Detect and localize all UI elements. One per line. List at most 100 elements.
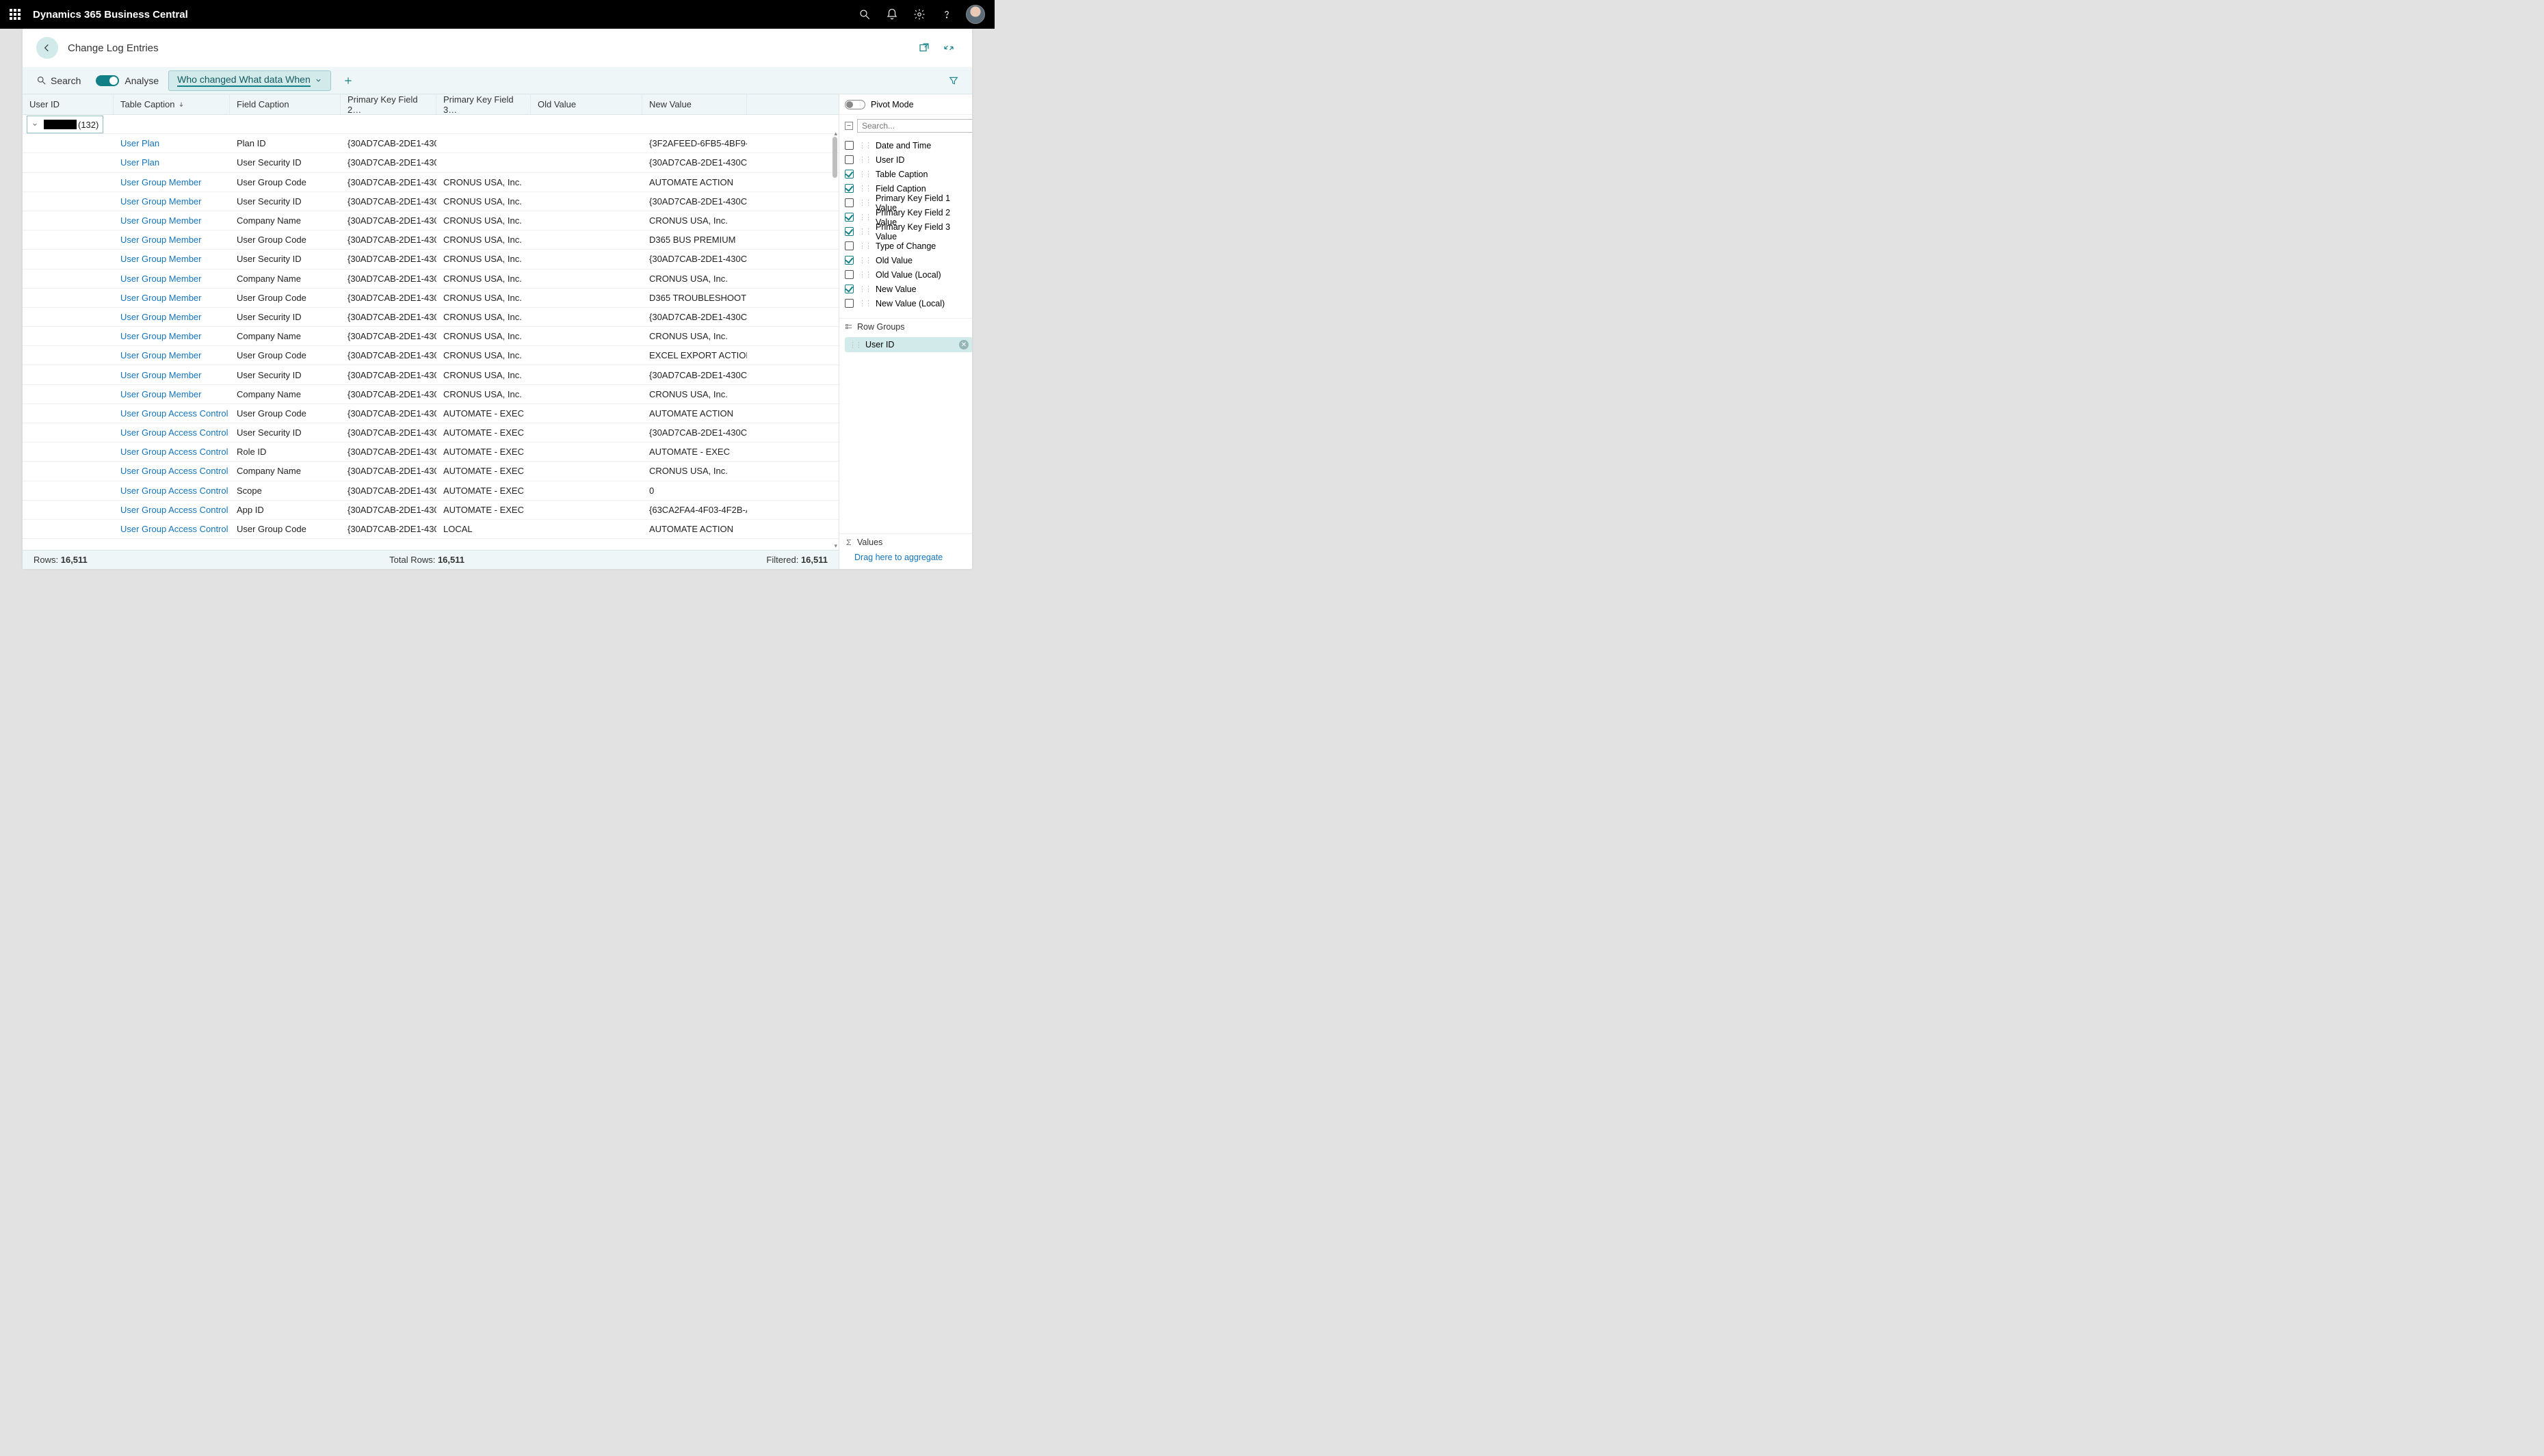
analysis-tab-active[interactable]: Who changed What data When	[168, 70, 331, 91]
filter-icon[interactable]	[943, 70, 964, 91]
table-caption-link[interactable]: User Group Access Control	[120, 408, 228, 419]
checkbox[interactable]	[845, 155, 854, 164]
table-caption-link[interactable]: User Group Member	[120, 350, 201, 360]
scroll-down-icon[interactable]: ▾	[834, 542, 837, 550]
global-search-icon[interactable]	[851, 0, 878, 29]
column-toggle-item[interactable]: ⋮⋮User ID	[839, 153, 972, 167]
column-toggle-item[interactable]: ⋮⋮Old Value (Local)	[839, 267, 972, 282]
table-caption-link[interactable]: User Group Member	[120, 235, 201, 245]
column-toggle-item[interactable]: ⋮⋮Table Caption	[839, 167, 972, 181]
group-row[interactable]: (132)	[23, 115, 839, 134]
column-toggle-item[interactable]: ⋮⋮Date and Time	[839, 138, 972, 153]
table-row[interactable]: User Group Access ControlApp ID{30AD7CAB…	[23, 501, 839, 520]
table-caption-link[interactable]: User Group Access Control	[120, 427, 228, 438]
checkbox[interactable]	[845, 198, 854, 207]
table-caption-link[interactable]: User Group Member	[120, 215, 201, 226]
table-caption-link[interactable]: User Group Member	[120, 254, 201, 264]
table-row[interactable]: User PlanPlan ID{30AD7CAB-2DE1-430…{3F2A…	[23, 134, 839, 153]
table-row[interactable]: User Group Access ControlRole ID{30AD7CA…	[23, 442, 839, 462]
column-toggle-item[interactable]: ⋮⋮New Value	[839, 282, 972, 296]
table-caption-link[interactable]: User Group Access Control	[120, 505, 228, 515]
table-row[interactable]: User Group Access ControlScope{30AD7CAB-…	[23, 481, 839, 501]
values-header: Values	[839, 533, 972, 550]
collapse-icon[interactable]	[939, 38, 958, 57]
col-old-value[interactable]: Old Value	[531, 94, 642, 114]
table-row[interactable]: User Group MemberUser Group Code{30AD7CA…	[23, 230, 839, 250]
col-user-id[interactable]: User ID	[23, 94, 114, 114]
drag-grip-icon: ⋮⋮	[858, 299, 871, 308]
table-row[interactable]: User Group MemberCompany Name{30AD7CAB-2…	[23, 269, 839, 289]
checkbox[interactable]	[845, 227, 854, 236]
table-caption-link[interactable]: User Group Member	[120, 331, 201, 341]
checkbox[interactable]	[845, 256, 854, 265]
table-row[interactable]: User Group MemberCompany Name{30AD7CAB-2…	[23, 211, 839, 230]
rowgroup-chip[interactable]: ⋮⋮ User ID ✕	[845, 337, 972, 352]
table-caption-link[interactable]: User Group Access Control	[120, 524, 228, 534]
columns-panel: Pivot Mode − ⋮⋮Date and Time⋮⋮User ID⋮⋮T…	[839, 94, 972, 569]
chevron-down-icon[interactable]	[31, 121, 38, 128]
table-caption-link[interactable]: User Group Member	[120, 274, 201, 284]
add-tab-button[interactable]	[338, 70, 358, 91]
table-caption-link[interactable]: User Group Member	[120, 177, 201, 187]
notifications-icon[interactable]	[878, 0, 906, 29]
table-row[interactable]: User Group Access ControlCompany Name{30…	[23, 462, 839, 481]
column-toggle-item[interactable]: ⋮⋮New Value (Local)	[839, 296, 972, 310]
table-caption-link[interactable]: User Group Member	[120, 370, 201, 380]
help-icon[interactable]	[933, 0, 960, 29]
table-row[interactable]: User Group MemberUser Group Code{30AD7CA…	[23, 346, 839, 365]
table-row[interactable]: User Group Access ControlUser Group Code…	[23, 520, 839, 539]
checkbox[interactable]	[845, 299, 854, 308]
table-row[interactable]: User Group MemberUser Security ID{30AD7C…	[23, 192, 839, 211]
back-button[interactable]	[36, 37, 58, 59]
user-avatar[interactable]	[966, 5, 985, 24]
checkbox[interactable]	[845, 184, 854, 193]
column-search-input[interactable]	[857, 119, 972, 133]
checkbox[interactable]	[845, 270, 854, 279]
search-button[interactable]: Search	[31, 75, 86, 86]
checkbox[interactable]	[845, 241, 854, 250]
page-title: Change Log Entries	[68, 42, 159, 54]
table-row[interactable]: User Group Access ControlUser Security I…	[23, 423, 839, 442]
table-row[interactable]: User Group MemberCompany Name{30AD7CAB-2…	[23, 385, 839, 404]
table-caption-link[interactable]: User Group Access Control	[120, 447, 228, 457]
checkbox[interactable]	[845, 284, 854, 293]
analyse-toggle[interactable]	[96, 75, 119, 86]
col-pk2[interactable]: Primary Key Field 2…	[341, 94, 436, 114]
app-launcher-icon[interactable]	[10, 9, 21, 20]
table-caption-link[interactable]: User Plan	[120, 157, 159, 168]
toolbar: Search Analyse Who changed What data Whe…	[23, 67, 972, 94]
table-row[interactable]: User Group MemberUser Group Code{30AD7CA…	[23, 289, 839, 308]
table-row[interactable]: User Group Access ControlUser Group Code…	[23, 404, 839, 423]
table-caption-link[interactable]: User Group Member	[120, 196, 201, 207]
table-row[interactable]: User PlanUser Security ID{30AD7CAB-2DE1-…	[23, 153, 839, 172]
col-field-caption[interactable]: Field Caption	[230, 94, 341, 114]
table-row[interactable]: User Group MemberUser Security ID{30AD7C…	[23, 308, 839, 327]
table-row[interactable]: User Group MemberUser Security ID{30AD7C…	[23, 250, 839, 269]
search-label: Search	[51, 75, 81, 86]
checkbox[interactable]	[845, 213, 854, 222]
table-caption-link[interactable]: User Group Member	[120, 389, 201, 399]
remove-rowgroup-icon[interactable]: ✕	[959, 340, 969, 349]
checkbox[interactable]	[845, 170, 854, 178]
column-toggle-item[interactable]: ⋮⋮Old Value	[839, 253, 972, 267]
table-caption-link[interactable]: User Group Access Control	[120, 466, 228, 476]
table-row[interactable]: User Group MemberUser Group Code{30AD7CA…	[23, 173, 839, 192]
checkbox[interactable]	[845, 141, 854, 150]
table-row[interactable]: User Group MemberCompany Name{30AD7CAB-2…	[23, 327, 839, 346]
col-pk3[interactable]: Primary Key Field 3…	[436, 94, 531, 114]
col-table-caption[interactable]: Table Caption	[114, 94, 230, 114]
column-toggle-item[interactable]: ⋮⋮Primary Key Field 3 Value	[839, 224, 972, 239]
table-caption-link[interactable]: User Plan	[120, 138, 159, 148]
table-caption-link[interactable]: User Group Member	[120, 293, 201, 303]
sort-desc-icon	[178, 101, 185, 108]
settings-icon[interactable]	[906, 0, 933, 29]
open-in-new-icon[interactable]	[915, 38, 934, 57]
table-row[interactable]: User Group MemberUser Security ID{30AD7C…	[23, 365, 839, 384]
scrollbar-thumb[interactable]	[832, 137, 837, 178]
table-caption-link[interactable]: User Group Access Control	[120, 486, 228, 496]
col-new-value[interactable]: New Value	[642, 94, 747, 114]
table-caption-link[interactable]: User Group Member	[120, 312, 201, 322]
collapse-all-button[interactable]: −	[845, 122, 853, 130]
pivot-mode-toggle[interactable]	[845, 100, 865, 109]
grid-header: User ID Table Caption Field Caption Prim…	[23, 94, 839, 115]
